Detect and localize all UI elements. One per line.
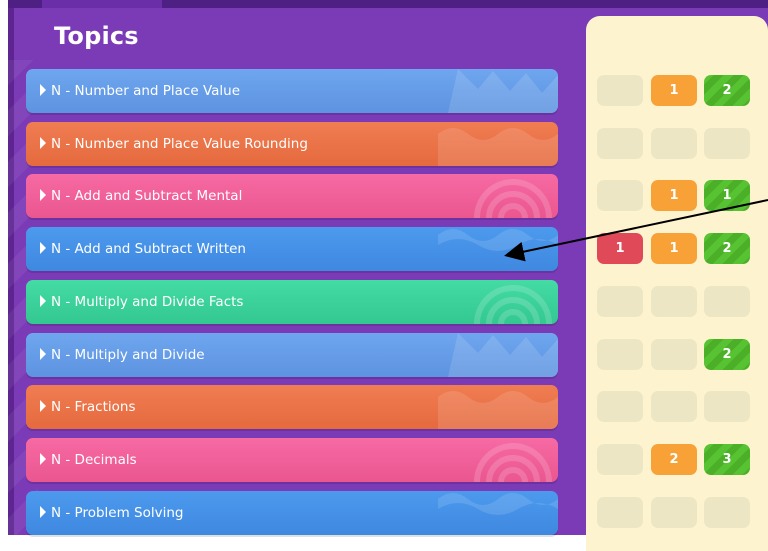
annotation-arrow-icon bbox=[504, 199, 768, 262]
